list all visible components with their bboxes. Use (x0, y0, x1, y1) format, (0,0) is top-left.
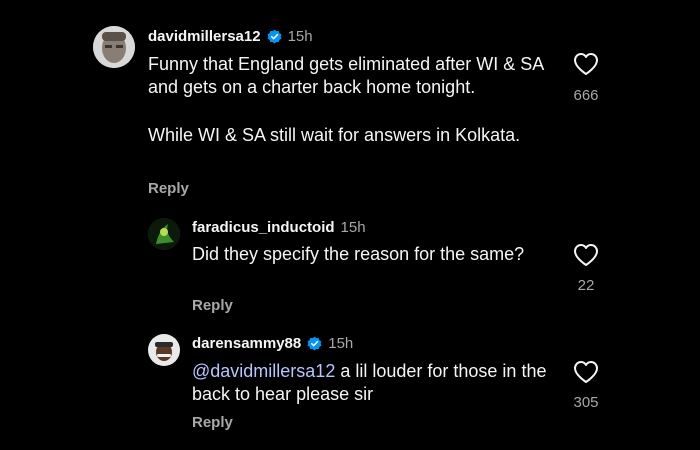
comment-text: Funny that England gets eliminated after… (148, 54, 544, 97)
like-count: 22 (577, 277, 595, 294)
reply-button[interactable]: Reply (148, 180, 189, 197)
like-button[interactable] (571, 360, 601, 389)
reply-button[interactable]: Reply (192, 414, 233, 431)
username[interactable]: davidmillersa12 (148, 28, 261, 45)
avatar[interactable] (93, 26, 135, 68)
like-count: 305 (573, 394, 599, 411)
timestamp: 15h (287, 28, 313, 45)
like-count: 666 (573, 87, 599, 104)
timestamp: 15h (340, 219, 366, 236)
heart-outline-icon (574, 53, 598, 75)
comment-text: While WI & SA still wait for answers in … (148, 125, 521, 145)
comment-text: Did they specify the reason for the same… (192, 244, 525, 264)
like-button[interactable] (571, 52, 601, 81)
avatar[interactable] (148, 334, 180, 366)
username[interactable]: darensammy88 (192, 335, 301, 352)
verified-badge-icon (307, 336, 322, 351)
heart-outline-icon (574, 244, 598, 266)
mention-link[interactable]: @davidmillersa12 (192, 361, 335, 381)
avatar[interactable] (148, 218, 180, 250)
heart-outline-icon (574, 361, 598, 383)
timestamp: 15h (328, 335, 354, 352)
comment-text: @davidmillersa12 a lil louder for those … (192, 360, 552, 406)
like-button[interactable] (571, 243, 601, 272)
username[interactable]: faradicus_inductoid (192, 219, 335, 236)
reply-button[interactable]: Reply (192, 297, 233, 314)
verified-badge-icon (267, 29, 282, 44)
